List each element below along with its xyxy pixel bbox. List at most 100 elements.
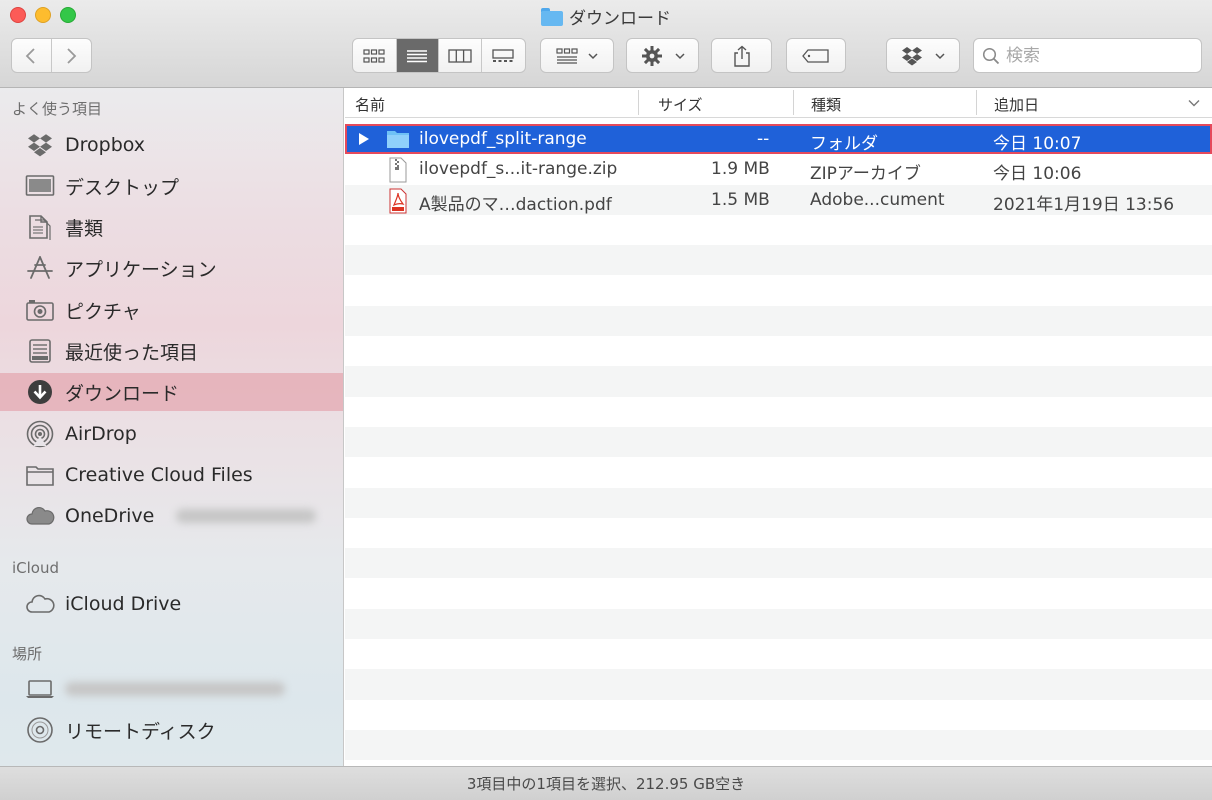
laptop-icon (24, 674, 56, 704)
redacted-computer-name (65, 682, 285, 696)
sidebar-item-creative-cloud-files[interactable]: Creative Cloud Files (0, 456, 343, 494)
sidebar-item-label: 書類 (65, 217, 104, 240)
column-header-kind[interactable]: 種類 (811, 94, 841, 115)
disclosure-triangle-icon[interactable] (358, 132, 370, 146)
group-icon (556, 47, 578, 64)
sidebar-section-icloud: iCloud (12, 559, 60, 577)
desktop-icon (24, 171, 56, 201)
icon-view-icon (363, 48, 385, 63)
search-input[interactable] (1006, 45, 1186, 66)
sidebar-item-remote-disc[interactable]: リモートディスク (0, 711, 343, 749)
sidebar-item-applications[interactable]: アプリケーション (0, 249, 343, 287)
sidebar-item-icloud-drive[interactable]: iCloud Drive (0, 585, 343, 623)
sidebar-item-label: 最近使った項目 (65, 341, 199, 364)
list-view-button[interactable] (396, 39, 440, 72)
documents-icon (24, 212, 56, 242)
status-bar: 3項目中の1項目を選択、212.95 GB空き (0, 766, 1212, 800)
file-kind: フォルダ (810, 134, 878, 154)
tag-icon (802, 48, 829, 63)
sidebar-item-pictures[interactable]: ピクチャ (0, 291, 343, 329)
column-divider[interactable] (638, 90, 639, 115)
sidebar-item-airdrop[interactable]: AirDrop (0, 415, 343, 453)
sidebar-item-this-mac[interactable] (0, 670, 343, 708)
file-row-zip[interactable]: ilovepdf_s...it-range.zip 1.9 MB ZIPアーカイ… (345, 154, 1212, 184)
empty-row (345, 729, 1212, 761)
share-icon (733, 45, 750, 67)
file-row-folder[interactable]: ilovepdf_split-range -- フォルダ 今日 10:07 (345, 124, 1212, 155)
window-toolbar: ダウンロード (0, 0, 1212, 88)
empty-row (345, 245, 1212, 276)
recents-icon (24, 336, 56, 366)
file-size: 1.9 MB (711, 159, 770, 180)
action-menu-button[interactable] (626, 38, 699, 73)
column-header-row: 名前 サイズ 種類 追加日 (345, 88, 1212, 118)
sidebar-item-label: AirDrop (65, 423, 137, 445)
gear-icon (641, 45, 662, 66)
sidebar-item-onedrive[interactable]: OneDrive (0, 497, 343, 535)
forward-button[interactable] (52, 39, 92, 72)
file-kind: Adobe...cument (810, 189, 945, 210)
sidebar-section-favorites: よく使う項目 (12, 100, 103, 118)
file-name: ilovepdf_s...it-range.zip (419, 159, 618, 180)
file-list: 名前 サイズ 種類 追加日 ilovepdf_split-range -- フォ… (345, 88, 1212, 766)
file-date: 今日 10:06 (993, 164, 1082, 185)
file-date: 2021年1月19日 13:56 (993, 194, 1175, 215)
empty-row (345, 305, 1212, 337)
file-name: ilovepdf_split-range (419, 129, 587, 149)
list-view-icon (407, 49, 428, 62)
sidebar-section-locations: 場所 (12, 645, 43, 663)
empty-row (345, 275, 1212, 305)
sidebar-item-documents[interactable]: 書類 (0, 208, 343, 246)
empty-row (345, 669, 1212, 700)
dropbox-button[interactable] (886, 38, 960, 73)
search-field[interactable] (973, 38, 1202, 73)
column-header-name[interactable]: 名前 (355, 94, 385, 115)
column-header-date-added[interactable]: 追加日 (994, 94, 1039, 115)
chevron-down-icon (588, 52, 598, 59)
pdf-icon (389, 188, 407, 214)
camera-icon (24, 295, 56, 325)
empty-row (345, 608, 1212, 640)
file-row-pdf[interactable]: A製品のマ…daction.pdf 1.5 MB Adobe...cument … (345, 184, 1212, 215)
sidebar: よく使う項目 Dropbox デスクトップ 書類 アプリケーション ピクチャ 最… (0, 88, 344, 766)
cloud-icon (24, 589, 56, 619)
sidebar-item-downloads[interactable]: ダウンロード (0, 373, 343, 411)
file-kind: ZIPアーカイブ (810, 164, 921, 185)
folder-icon (24, 460, 56, 490)
view-mode-control (352, 38, 526, 73)
download-icon (24, 377, 56, 407)
file-date: 今日 10:07 (993, 134, 1082, 154)
column-view-icon (448, 48, 472, 63)
empty-row (345, 639, 1212, 669)
empty-row (345, 366, 1212, 397)
column-view-button[interactable] (439, 39, 482, 72)
column-divider[interactable] (793, 90, 794, 115)
share-button[interactable] (711, 38, 772, 73)
folder-icon (387, 131, 409, 148)
sidebar-item-label: ピクチャ (65, 300, 141, 323)
chevron-down-icon[interactable] (1188, 99, 1200, 107)
sidebar-item-recents[interactable]: 最近使った項目 (0, 332, 343, 370)
file-rows: ilovepdf_split-range -- フォルダ 今日 10:07 il… (345, 124, 1212, 761)
icon-view-button[interactable] (353, 39, 397, 72)
group-by-button[interactable] (540, 38, 614, 73)
chevron-right-icon (67, 47, 77, 64)
airdrop-icon (24, 419, 56, 449)
dropbox-icon (902, 46, 922, 65)
sidebar-item-dropbox[interactable]: Dropbox (0, 126, 343, 164)
sidebar-item-desktop[interactable]: デスクトップ (0, 167, 343, 205)
sidebar-item-label: iCloud Drive (65, 593, 182, 615)
gallery-view-button[interactable] (482, 39, 525, 72)
sidebar-item-label: ダウンロード (65, 382, 180, 405)
empty-row (345, 578, 1212, 608)
column-header-size[interactable]: サイズ (658, 94, 703, 115)
sidebar-item-label: Creative Cloud Files (65, 464, 253, 486)
gallery-view-icon (492, 48, 514, 62)
empty-row (345, 336, 1212, 366)
empty-row (345, 700, 1212, 730)
tag-button[interactable] (786, 38, 846, 73)
column-divider[interactable] (976, 90, 977, 115)
empty-row (345, 518, 1212, 548)
back-button[interactable] (12, 39, 52, 72)
sidebar-item-label: アプリケーション (65, 258, 217, 281)
